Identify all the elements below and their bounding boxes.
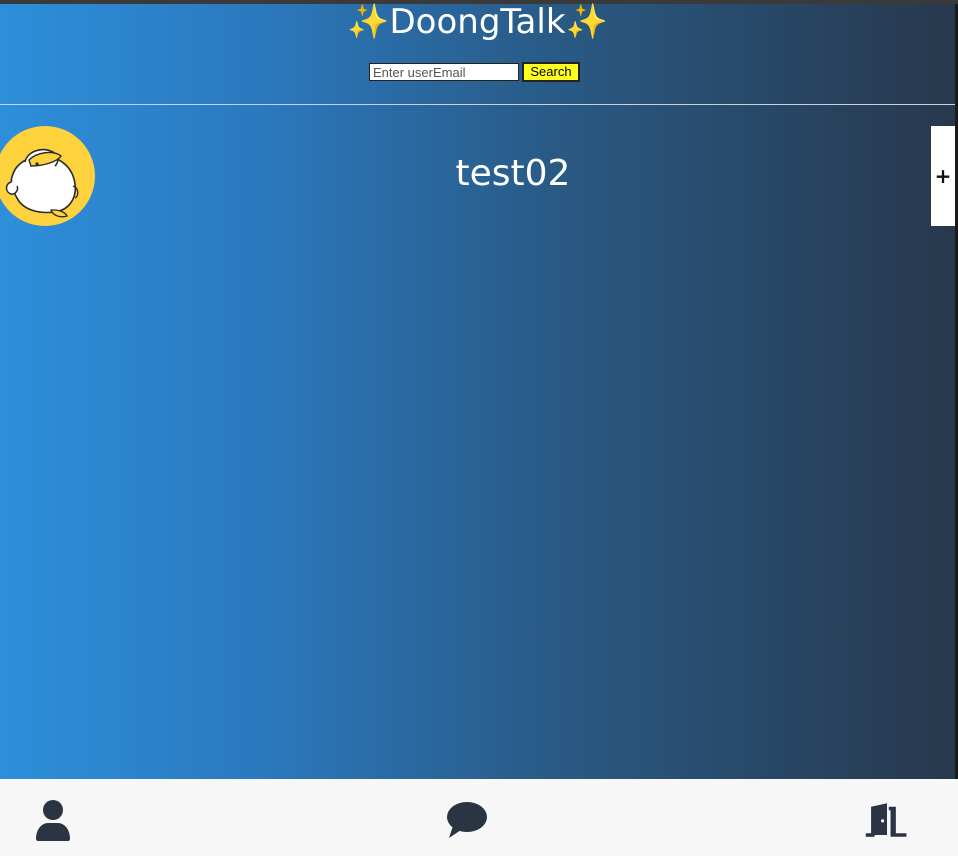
door-exit-icon [865,803,907,837]
app-title: ✨DoongTalk✨ [0,4,955,40]
bottom-nav [0,779,958,856]
sparkle-icon-left: ✨ [347,2,390,42]
avatar[interactable] [0,126,95,226]
main-panel: ✨DoongTalk✨ Search [0,4,955,779]
chat-bubble-icon [447,802,487,838]
profile-row: test02 + [0,126,955,226]
username: test02 [455,153,571,194]
nav-profile-button[interactable] [30,797,76,843]
header: ✨DoongTalk✨ Search [0,4,955,105]
search-button[interactable]: Search [522,62,580,82]
duck-character-icon [5,148,79,218]
add-friend-button[interactable]: + [931,126,955,226]
nav-logout-button[interactable] [864,797,910,843]
search-input[interactable] [369,63,519,81]
user-icon [36,800,70,841]
app-title-text: DoongTalk [389,2,566,42]
sparkle-icon-right: ✨ [565,2,608,42]
app-window: ✨DoongTalk✨ Search [0,0,958,856]
search-bar: Search [369,62,580,82]
nav-chat-button[interactable] [444,797,490,843]
